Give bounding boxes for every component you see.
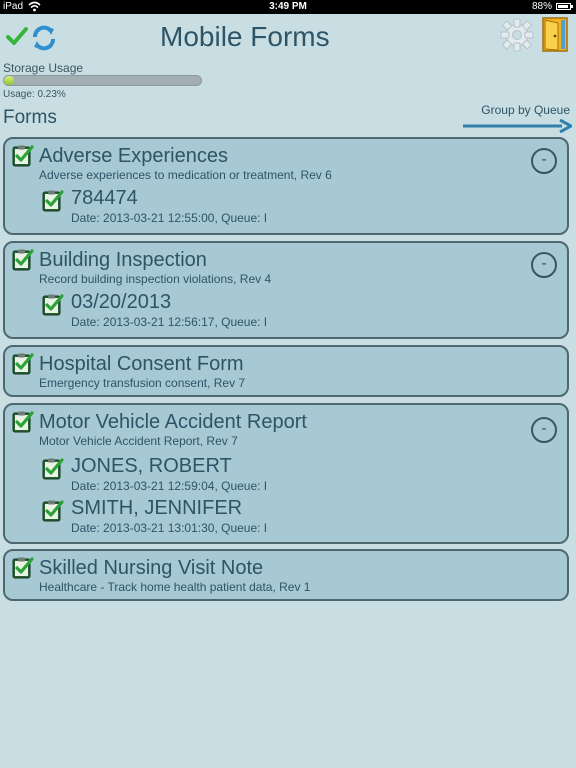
form-card-skilled-nursing[interactable]: Skilled Nursing Visit Note Healthcare - … xyxy=(3,549,569,601)
form-icon xyxy=(11,352,35,381)
form-description: Adverse experiences to medication or tre… xyxy=(39,168,332,182)
form-entry[interactable]: JONES, ROBERT Date: 2013-03-21 12:59:04,… xyxy=(41,455,541,495)
form-card-adverse-experiences[interactable]: Adverse Experiences Adverse experiences … xyxy=(3,137,569,235)
entry-date: Date: 2013-03-21 12:56:17, Queue: I xyxy=(71,315,268,329)
form-icon xyxy=(11,556,35,585)
entry-title: 784474 xyxy=(71,187,138,209)
storage-usage-label: Storage Usage xyxy=(3,61,84,75)
form-description: Emergency transfusion consent, Rev 7 xyxy=(39,376,246,390)
sync-icon[interactable] xyxy=(30,24,58,52)
collapse-button[interactable]: - xyxy=(531,252,557,278)
gear-icon[interactable] xyxy=(500,18,534,52)
entry-title: JONES, ROBERT xyxy=(71,455,232,477)
status-bar: iPad 3:49 PM 88% xyxy=(0,0,576,14)
form-description: Record building inspection violations, R… xyxy=(39,272,272,286)
entry-date: Date: 2013-03-21 13:01:30, Queue: I xyxy=(71,521,268,535)
form-description: Motor Vehicle Accident Report, Rev 7 xyxy=(39,434,238,448)
form-title: Adverse Experiences xyxy=(39,145,228,167)
form-entry-icon xyxy=(41,499,65,528)
group-by-queue-button[interactable]: Group by Queue xyxy=(481,103,570,117)
form-card-building-inspection[interactable]: Building Inspection Record building insp… xyxy=(3,241,569,339)
form-entry[interactable]: SMITH, JENNIFER Date: 2013-03-21 13:01:3… xyxy=(41,497,541,537)
exit-door-icon[interactable] xyxy=(542,17,570,53)
form-icon xyxy=(11,410,35,439)
form-title: Building Inspection xyxy=(39,249,207,271)
collapse-button[interactable]: - xyxy=(531,417,557,443)
forms-heading: Forms xyxy=(3,107,57,128)
form-title: Motor Vehicle Accident Report xyxy=(39,411,307,433)
collapse-button[interactable]: - xyxy=(531,148,557,174)
page-title: Mobile Forms xyxy=(160,21,330,52)
entry-title: 03/20/2013 xyxy=(71,291,172,313)
form-entry-icon xyxy=(41,189,65,218)
form-icon xyxy=(11,248,35,277)
form-card-hospital-consent[interactable]: Hospital Consent Form Emergency transfus… xyxy=(3,345,569,397)
check-icon[interactable] xyxy=(6,26,28,46)
storage-usage-value: Usage: 0.23% xyxy=(3,89,66,100)
form-entry[interactable]: 784474 Date: 2013-03-21 12:55:00, Queue:… xyxy=(41,187,541,227)
form-icon xyxy=(11,144,35,173)
arrow-right-icon[interactable] xyxy=(462,119,572,133)
form-card-motor-vehicle-accident[interactable]: Motor Vehicle Accident Report Motor Vehi… xyxy=(3,403,569,544)
form-title: Hospital Consent Form xyxy=(39,353,244,375)
storage-usage-fill xyxy=(4,76,14,85)
entry-title: SMITH, JENNIFER xyxy=(71,497,243,519)
form-entry-icon xyxy=(41,293,65,322)
battery-percent: 88% xyxy=(531,1,552,12)
entry-date: Date: 2013-03-21 12:59:04, Queue: I xyxy=(71,479,268,493)
form-entry[interactable]: 03/20/2013 Date: 2013-03-21 12:56:17, Qu… xyxy=(41,291,541,331)
clock: 3:49 PM xyxy=(269,1,307,12)
form-entry-icon xyxy=(41,457,65,486)
storage-usage-bar xyxy=(3,75,202,86)
entry-date: Date: 2013-03-21 12:55:00, Queue: I xyxy=(71,211,268,225)
form-title: Skilled Nursing Visit Note xyxy=(39,557,264,579)
battery-icon xyxy=(556,3,571,10)
form-description: Healthcare - Track home health patient d… xyxy=(39,580,311,594)
